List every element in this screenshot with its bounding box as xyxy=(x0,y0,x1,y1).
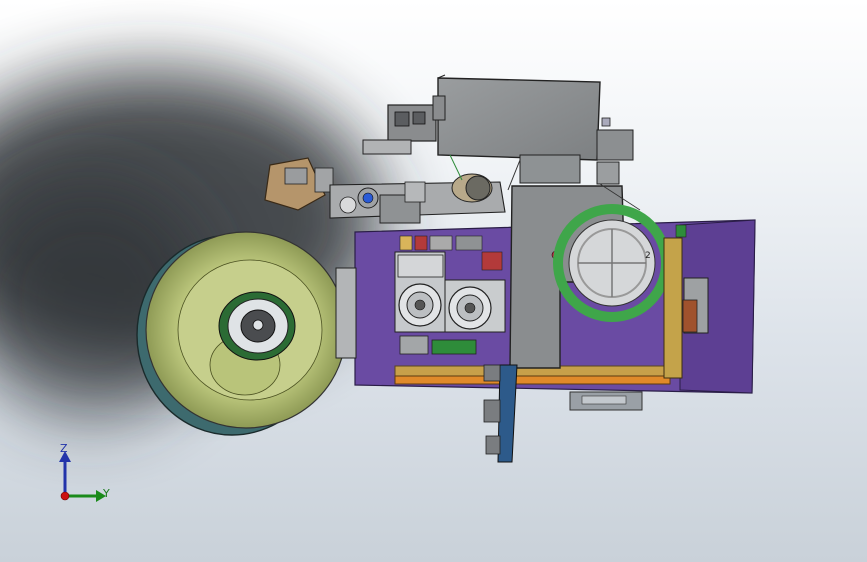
cad-scene: 2 xyxy=(0,70,756,502)
indexing-dial[interactable]: 2 xyxy=(553,204,671,322)
top-housing[interactable] xyxy=(437,74,634,185)
tape-reel[interactable] xyxy=(136,231,347,436)
reel-support[interactable] xyxy=(335,267,357,359)
vertical-slider[interactable] xyxy=(483,364,518,463)
dial-number-1: 2 xyxy=(645,251,651,261)
origin-marker xyxy=(60,491,70,501)
left-actuator[interactable] xyxy=(362,95,446,155)
cad-viewport[interactable]: 2 Z Y xyxy=(0,0,867,562)
y-axis-label: Y xyxy=(103,487,110,500)
coordinate-triad xyxy=(59,451,106,502)
z-axis-label: Z xyxy=(60,442,68,455)
